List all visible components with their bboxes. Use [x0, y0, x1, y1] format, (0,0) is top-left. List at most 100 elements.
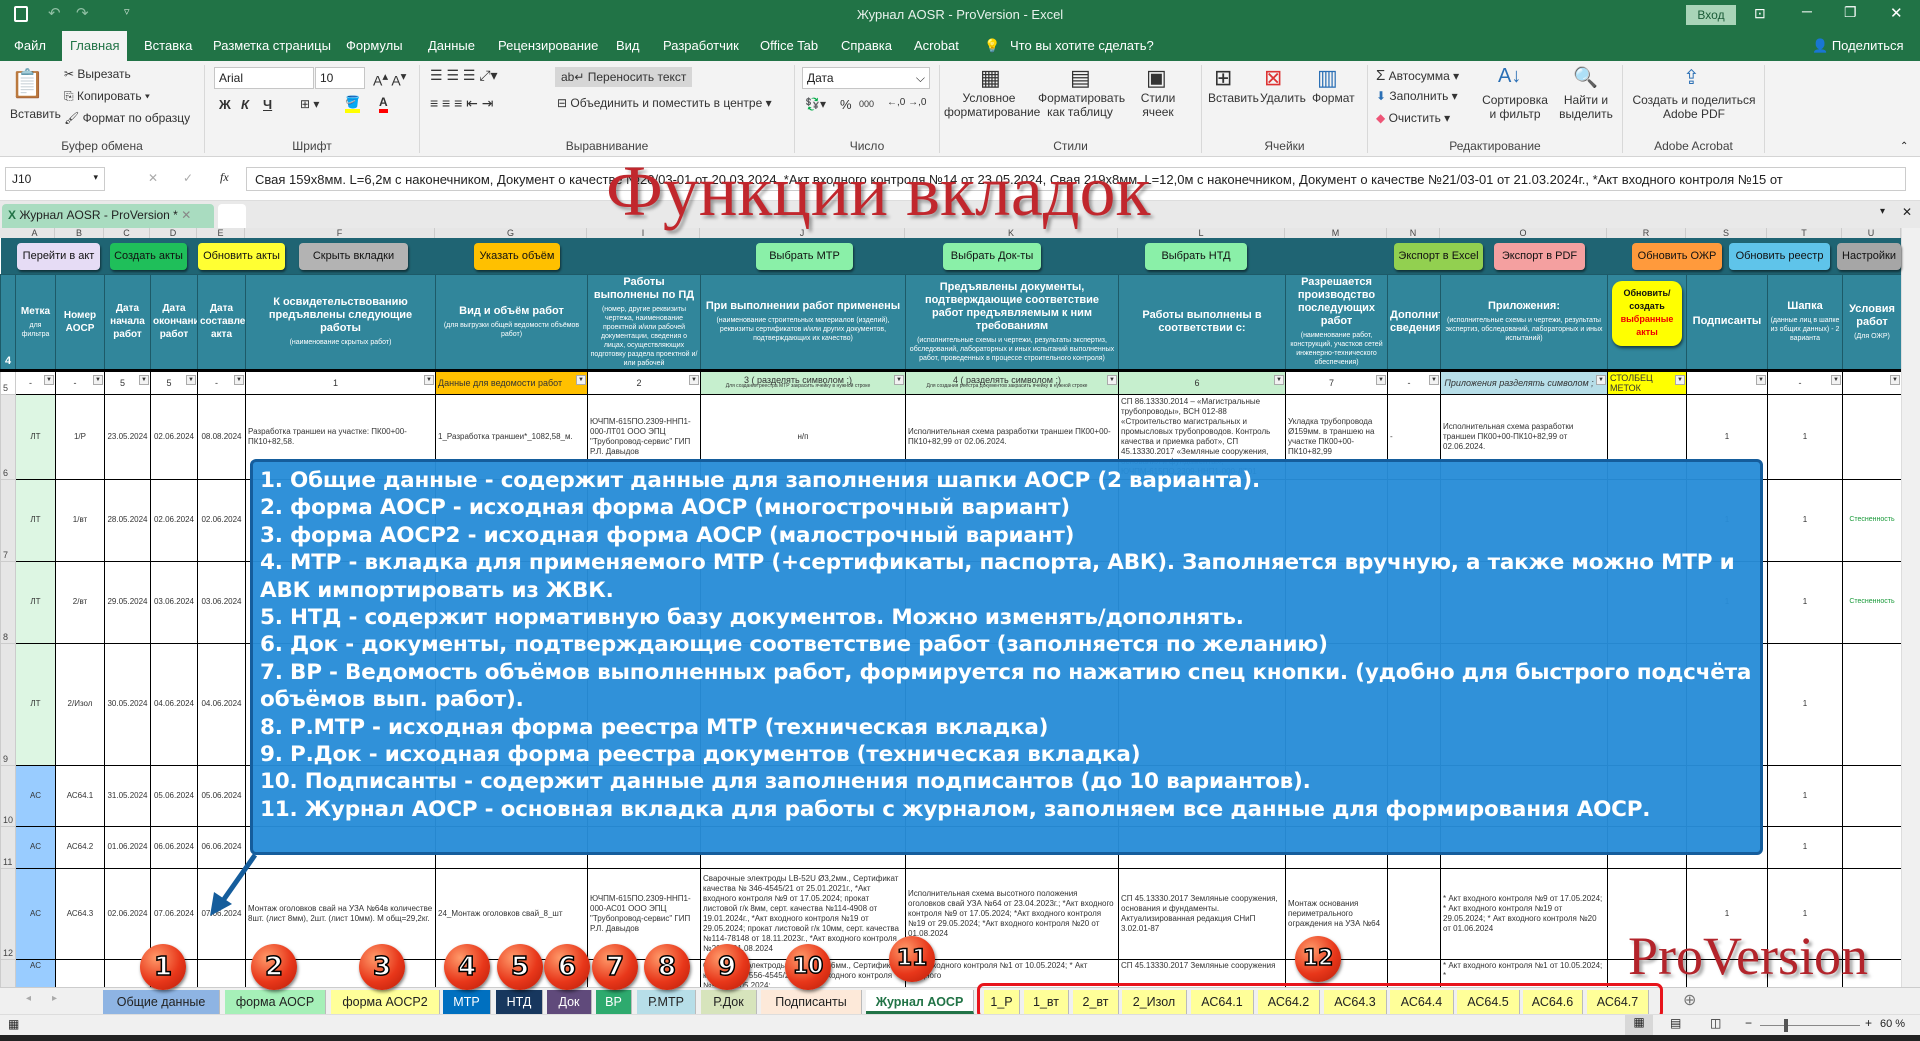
- filter-cell[interactable]: Данные для ведомости работ ▼: [435, 368, 588, 395]
- row-header[interactable]: 5: [0, 368, 16, 395]
- zoom-slider[interactable]: [1760, 1025, 1860, 1026]
- normal-view-icon[interactable]: ▦: [1625, 1015, 1653, 1035]
- cell-O[interactable]: * Акт входного контроля №9 от 17.05.2024…: [1440, 867, 1608, 960]
- delete-cells-button[interactable]: Удалить: [1260, 91, 1306, 105]
- sheet-button-1[interactable]: Перейти в акт: [17, 243, 100, 270]
- decimal-icons[interactable]: ←,0 →,0: [887, 97, 926, 108]
- paste-button[interactable]: Вставить: [10, 107, 61, 121]
- currency-icon[interactable]: 💱▾: [805, 97, 826, 111]
- column-header-A[interactable]: A: [15, 228, 55, 238]
- filter-cell[interactable]: 5 ▼: [104, 368, 151, 395]
- cell-C[interactable]: 01.06.2024: [104, 825, 151, 869]
- autosum-button[interactable]: Σ Автосумма ▾: [1376, 67, 1459, 84]
- sheet-button-9[interactable]: Экспорт в Excel: [1394, 243, 1483, 270]
- bold-button[interactable]: Ж: [219, 97, 231, 112]
- cell-C[interactable]: 02.06.2024: [104, 867, 151, 960]
- tab-insert[interactable]: Вставка: [144, 38, 192, 53]
- scroll-left-icon[interactable]: ◂: [26, 993, 31, 1004]
- cancel-icon[interactable]: ✕: [148, 171, 158, 185]
- sheet-button-4[interactable]: Скрыть вкладки: [299, 243, 408, 270]
- format-painter-button[interactable]: 🖌 Формат по образцу: [64, 111, 190, 125]
- tab-review[interactable]: Рецензирование: [498, 38, 598, 53]
- conditional-format-button[interactable]: Условное форматирование: [944, 91, 1040, 119]
- underline-button[interactable]: Ч: [263, 97, 272, 112]
- vertical-scrollbar[interactable]: [1901, 228, 1920, 987]
- font-name-select[interactable]: Arial: [214, 67, 314, 89]
- column-header-F[interactable]: F: [245, 228, 435, 238]
- cell-N[interactable]: [1387, 867, 1441, 960]
- enter-icon[interactable]: ✓: [183, 171, 193, 185]
- sheet-button-10[interactable]: Экспорт в PDF: [1494, 243, 1585, 270]
- column-header-M[interactable]: M: [1285, 228, 1387, 238]
- cell-B[interactable]: АС64.2: [55, 825, 105, 869]
- cell-C[interactable]: 28.05.2024: [104, 478, 151, 562]
- sheet-tab-7[interactable]: ВР: [596, 990, 632, 1014]
- filter-dropdown-icon[interactable]: ▼: [1429, 374, 1439, 385]
- filter-cell[interactable]: - ▼: [55, 368, 105, 395]
- cell-T[interactable]: 1: [1767, 393, 1843, 480]
- sort-filter-button[interactable]: Сортировка и фильтр: [1480, 93, 1550, 121]
- filter-dropdown-icon[interactable]: ▼: [1675, 374, 1685, 385]
- tab-office-tab[interactable]: Office Tab: [760, 38, 818, 53]
- row-header[interactable]: 9: [0, 642, 16, 766]
- cell-K[interactable]: Исполнительная схема высотного положения…: [905, 867, 1119, 960]
- cell[interactable]: [1285, 238, 1388, 274]
- borders-icon[interactable]: ⊞ ▾: [300, 97, 319, 111]
- fill-color-icon[interactable]: 🪣: [345, 95, 360, 113]
- format-as-table-button[interactable]: Форматировать как таблицу: [1038, 91, 1125, 119]
- update-create-acts-button[interactable]: Обновить/ создать выбранные акты: [1612, 281, 1682, 346]
- cell-L[interactable]: СП 45.13330.2017 Земляные сооружения, ос…: [1118, 867, 1286, 960]
- cell-U[interactable]: Стесненность: [1842, 560, 1902, 644]
- cell-D[interactable]: 02.06.2024: [150, 478, 198, 562]
- sheet-tab-3[interactable]: форма АОСР2: [331, 990, 440, 1014]
- filter-cell[interactable]: - ▼: [15, 368, 56, 395]
- row-header[interactable]: 6: [0, 393, 16, 480]
- tab-developer[interactable]: Разработчик: [663, 38, 739, 53]
- cell-A[interactable]: ЛТ: [15, 478, 56, 562]
- cell-C[interactable]: 23.05.2024: [104, 393, 151, 480]
- tab-file[interactable]: Файл: [14, 38, 46, 53]
- cell-U[interactable]: Стесненность: [1842, 478, 1902, 562]
- cell-styles-button[interactable]: Стили ячеек: [1128, 91, 1188, 119]
- column-header-U[interactable]: U: [1842, 228, 1901, 238]
- row-header[interactable]: 11: [0, 825, 16, 869]
- cell-C[interactable]: 31.05.2024: [104, 764, 151, 827]
- filter-cell[interactable]: ▼: [1842, 368, 1902, 395]
- cell-B[interactable]: 2/Изол: [55, 642, 105, 766]
- sheet-button-3[interactable]: Обновить акты: [198, 243, 285, 270]
- restore-icon[interactable]: ❐: [1844, 4, 1857, 21]
- column-header-N[interactable]: N: [1387, 228, 1440, 238]
- row-header[interactable]: 7: [0, 478, 16, 562]
- percent-button[interactable]: %: [840, 97, 852, 112]
- font-size-select[interactable]: 10: [315, 67, 365, 89]
- tab-acrobat[interactable]: Acrobat: [914, 38, 959, 53]
- page-layout-view-icon[interactable]: ▤: [1670, 1016, 1681, 1030]
- sheet-button-11[interactable]: Обновить ОЖР: [1632, 243, 1722, 270]
- wrap-text-button[interactable]: ab↵ Переносить текст: [555, 67, 693, 87]
- cell-A[interactable]: ЛТ: [15, 393, 56, 480]
- row-header[interactable]: 8: [0, 560, 16, 644]
- tab-help[interactable]: Справка: [841, 38, 892, 53]
- login-button[interactable]: Вход: [1686, 5, 1736, 25]
- cut-button[interactable]: ✂ Вырезать: [64, 67, 131, 81]
- sheet-button-13[interactable]: Настройки: [1837, 243, 1901, 270]
- tab-page-layout[interactable]: Разметка страницы: [213, 38, 331, 53]
- cell-T[interactable]: 1: [1767, 764, 1843, 827]
- filter-dropdown-icon[interactable]: ▼: [1831, 374, 1841, 385]
- zoom-level[interactable]: 60 %: [1880, 1018, 1905, 1030]
- filter-cell[interactable]: 4 ( разделять символом ;) Для создания ре…: [905, 368, 1119, 395]
- cell-D[interactable]: 06.06.2024: [150, 825, 198, 869]
- filter-cell[interactable]: - ▼: [1387, 368, 1441, 395]
- column-header-E[interactable]: E: [197, 228, 245, 238]
- sheet-tab-4[interactable]: МТР: [443, 990, 491, 1014]
- sheet-tab-6[interactable]: Док: [547, 990, 592, 1014]
- filter-dropdown-icon[interactable]: ▼: [44, 374, 54, 385]
- filter-cell[interactable]: 2 ▼: [587, 368, 701, 395]
- thousands-button[interactable]: 000: [859, 99, 874, 109]
- sheet-tab-8[interactable]: Р.МТР: [637, 990, 696, 1014]
- paste-icon[interactable]: 📋: [10, 67, 45, 100]
- sheet-button-8[interactable]: Выбрать НТД: [1145, 243, 1247, 270]
- cell-C[interactable]: 30.05.2024: [104, 642, 151, 766]
- cell-E[interactable]: 03.06.2024: [197, 560, 246, 644]
- add-sheet-icon[interactable]: ⊕: [1683, 990, 1696, 1010]
